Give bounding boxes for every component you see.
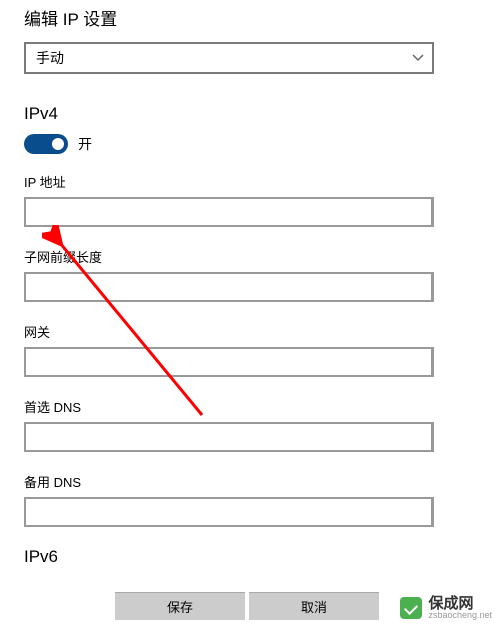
settings-panel: 编辑 IP 设置 手动 IPv4 开 IP 地址 子网前缀长度 网关 首选 DN…: [0, 0, 500, 567]
mode-select[interactable]: 手动: [24, 42, 434, 74]
watermark: 保成网 zsbaocheng.net: [400, 596, 492, 620]
ipv4-toggle-row: 开: [24, 134, 476, 154]
subnet-input[interactable]: [24, 272, 434, 302]
mode-select-value: 手动: [24, 42, 434, 74]
save-button[interactable]: 保存: [115, 592, 245, 620]
gateway-field: 网关: [24, 322, 476, 377]
gateway-input[interactable]: [24, 347, 434, 377]
ipv6-section: IPv6: [24, 547, 476, 567]
ipv4-header: IPv4: [24, 104, 476, 124]
ipv4-toggle-label: 开: [78, 134, 92, 154]
cancel-button[interactable]: 取消: [249, 592, 379, 620]
toggle-knob: [52, 138, 64, 150]
ip-address-field: IP 地址: [24, 172, 476, 227]
ipv4-toggle[interactable]: [24, 134, 68, 154]
watermark-sub: zsbaocheng.net: [428, 611, 492, 620]
page-title: 编辑 IP 设置: [24, 5, 476, 30]
watermark-text: 保成网 zsbaocheng.net: [428, 596, 492, 620]
watermark-main: 保成网: [428, 596, 492, 611]
ipv6-header: IPv6: [24, 547, 476, 567]
dns1-field: 首选 DNS: [24, 397, 476, 452]
dns2-input[interactable]: [24, 497, 434, 527]
watermark-check-icon: [400, 597, 422, 619]
dns2-field: 备用 DNS: [24, 472, 476, 527]
dns1-input[interactable]: [24, 422, 434, 452]
ip-address-input[interactable]: [24, 197, 434, 227]
ip-address-label: IP 地址: [24, 172, 476, 191]
button-bar: 保存 取消: [115, 592, 379, 620]
dns2-label: 备用 DNS: [24, 472, 476, 491]
subnet-field: 子网前缀长度: [24, 247, 476, 302]
subnet-label: 子网前缀长度: [24, 247, 476, 266]
dns1-label: 首选 DNS: [24, 397, 476, 416]
gateway-label: 网关: [24, 322, 476, 341]
